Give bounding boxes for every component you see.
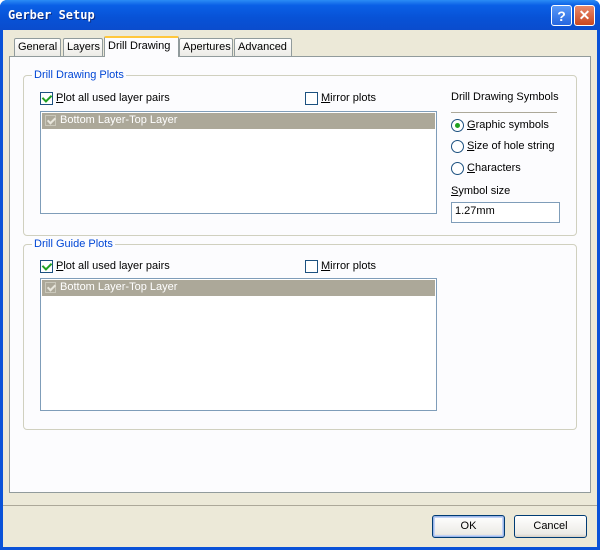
title-bar[interactable]: Gerber Setup ? ✕	[0, 0, 600, 30]
guide-plot-all-layer-pairs-label[interactable]: Plot all used layer pairs	[56, 260, 170, 272]
list-item-label: Bottom Layer-Top Layer	[60, 114, 178, 126]
drill-drawing-layer-pairs-list[interactable]: Bottom Layer-Top Layer	[40, 111, 437, 214]
tab-label: Advanced	[238, 41, 287, 53]
footer-divider	[3, 505, 597, 506]
list-item[interactable]: Bottom Layer-Top Layer	[42, 280, 435, 296]
cancel-button[interactable]: Cancel	[514, 515, 587, 538]
tab-label: Drill Drawing	[108, 40, 171, 52]
drill-drawing-plots-title: Drill Drawing Plots	[32, 69, 126, 81]
symbol-size-label: Symbol size	[451, 185, 511, 197]
tab-label: Apertures	[183, 41, 231, 53]
plot-all-layer-pairs-checkbox[interactable]	[40, 92, 53, 105]
mirror-plots-checkbox[interactable]	[305, 92, 318, 105]
drill-guide-layer-pairs-list[interactable]: Bottom Layer-Top Layer	[40, 278, 437, 411]
tab-advanced[interactable]: Advanced	[234, 38, 292, 56]
close-button[interactable]: ✕	[574, 5, 595, 26]
guide-plot-all-layer-pairs-checkbox[interactable]	[40, 260, 53, 273]
tab-apertures[interactable]: Apertures	[179, 38, 233, 56]
tab-label: General	[18, 41, 58, 53]
guide-mirror-plots-label[interactable]: Mirror plots	[321, 260, 376, 272]
symbols-divider	[451, 112, 557, 113]
drill-guide-plots-title: Drill Guide Plots	[32, 238, 115, 250]
dialog-client: General Layers Drill Drawing Apertures A…	[3, 30, 597, 547]
characters-label[interactable]: Characters	[467, 162, 521, 174]
list-item-label: Bottom Layer-Top Layer	[60, 281, 178, 293]
guide-mirror-plots-checkbox[interactable]	[305, 260, 318, 273]
list-item[interactable]: Bottom Layer-Top Layer	[42, 113, 435, 129]
list-item-checkbox[interactable]	[45, 115, 56, 126]
ok-button[interactable]: OK	[432, 515, 505, 538]
tab-drill-drawing[interactable]: Drill Drawing	[104, 36, 179, 57]
list-item-checkbox[interactable]	[45, 282, 56, 293]
symbol-size-value: 1.27mm	[455, 205, 495, 217]
graphic-symbols-radio[interactable]	[451, 119, 464, 132]
window-title: Gerber Setup	[8, 8, 95, 22]
symbol-size-input[interactable]: 1.27mm	[451, 202, 560, 223]
size-of-hole-string-label[interactable]: Size of hole string	[467, 140, 554, 152]
size-of-hole-string-radio[interactable]	[451, 140, 464, 153]
tab-panel: Drill Drawing Plots Plot all used layer …	[9, 56, 591, 493]
tab-general[interactable]: General	[14, 38, 61, 56]
characters-radio[interactable]	[451, 162, 464, 175]
close-icon: ✕	[578, 7, 591, 23]
drill-drawing-symbols-title: Drill Drawing Symbols	[451, 91, 559, 103]
dialog-window: Gerber Setup ? ✕ General Layers Drill Dr…	[0, 0, 600, 550]
tab-label: Layers	[67, 41, 101, 53]
plot-all-layer-pairs-label[interactable]: Plot all used layer pairs	[56, 92, 170, 104]
help-icon: ?	[557, 7, 566, 24]
graphic-symbols-label[interactable]: Graphic symbols	[467, 119, 549, 131]
help-button[interactable]: ?	[551, 5, 572, 26]
mirror-plots-label[interactable]: Mirror plots	[321, 92, 376, 104]
tab-layers[interactable]: Layers	[63, 38, 103, 56]
